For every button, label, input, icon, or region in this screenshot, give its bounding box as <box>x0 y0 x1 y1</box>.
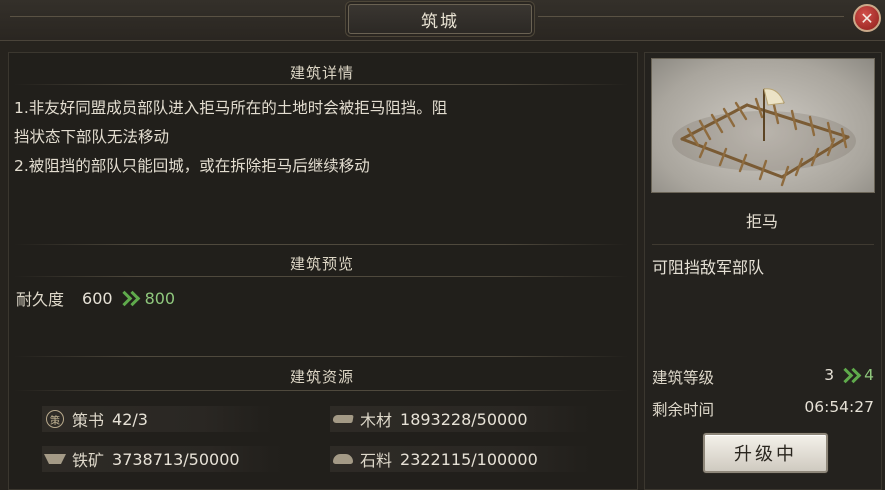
resources-section-title: 建筑资源 <box>289 368 354 386</box>
details-line: 1.非友好同盟成员部队进入拒马所在的土地时会被拒马阻挡。阻 <box>14 99 448 117</box>
stone-icon <box>333 454 353 464</box>
details-line: 2.被阻挡的部队只能回城，或在拆除拒马后继续移动 <box>14 157 370 175</box>
details-line: 挡状态下部队无法移动 <box>14 128 170 146</box>
double-chevron-right-icon <box>837 367 862 384</box>
resource-item-wood: 木材 1893228/50000 <box>332 404 528 434</box>
title-bar: 筑城 ✕ <box>0 0 885 41</box>
resource-item-stone: 石料 2322115/100000 <box>332 444 538 474</box>
double-chevron-right-icon <box>116 290 141 307</box>
resource-name: 石料 <box>360 451 393 470</box>
details-section-title: 建筑详情 <box>289 64 354 82</box>
details-description: 1.非友好同盟成员部队进入拒马所在的土地时会被拒马阻挡。阻 挡状态下部队无法移动… <box>14 94 626 181</box>
upgrade-button[interactable]: 升级中 <box>703 433 828 473</box>
title-divider-left <box>10 16 340 17</box>
resource-value: 3738713/50000 <box>112 449 240 469</box>
resources-section-divider-top <box>14 356 628 357</box>
resource-value: 42/3 <box>112 409 148 429</box>
window-title-text: 筑城 <box>421 11 459 32</box>
resource-value: 2322115/100000 <box>400 449 538 469</box>
resource-name: 策书 <box>72 411 105 430</box>
preview-section-divider <box>14 276 628 277</box>
building-info-divider <box>652 244 874 245</box>
remaining-time-value: 06:54:27 <box>804 398 874 416</box>
building-level-label: 建筑等级 <box>652 369 715 387</box>
close-icon: ✕ <box>860 8 874 28</box>
upgrade-button-label: 升级中 <box>734 444 797 465</box>
building-level-next: 4 <box>864 366 874 384</box>
resources-section-divider <box>14 390 628 391</box>
window-title: 筑城 <box>348 4 532 34</box>
building-name: 拒马 <box>745 212 778 231</box>
building-description: 可阻挡敌军部队 <box>652 258 765 277</box>
remaining-time-label: 剩余时间 <box>652 401 715 419</box>
building-level-current: 3 <box>824 366 835 384</box>
resource-name: 木材 <box>360 411 393 430</box>
preview-section-divider-top <box>14 244 628 245</box>
iron-icon <box>44 454 66 464</box>
title-divider-right <box>538 16 844 17</box>
resource-item-iron: 铁矿 3738713/50000 <box>44 444 240 474</box>
barricade-icon <box>672 88 856 187</box>
wood-icon <box>332 415 354 423</box>
resource-value: 1893228/50000 <box>400 409 528 429</box>
book-icon: 策 <box>46 410 64 428</box>
details-section-divider <box>14 84 628 85</box>
durability-current: 600 <box>82 288 113 308</box>
durability-next: 800 <box>144 288 176 308</box>
building-level-row: 建筑等级 3 4 <box>652 366 876 390</box>
remaining-time-row: 剩余时间 06:54:27 <box>652 398 876 422</box>
resource-item-book: 策 策书 42/3 <box>44 404 148 434</box>
building-preview-image <box>651 58 875 193</box>
durability-row: 耐久度 600 800 <box>16 286 175 310</box>
resource-name: 铁矿 <box>72 451 105 470</box>
close-button[interactable]: ✕ <box>853 4 881 32</box>
preview-section-title: 建筑预览 <box>289 255 354 273</box>
durability-label: 耐久度 <box>16 290 65 309</box>
